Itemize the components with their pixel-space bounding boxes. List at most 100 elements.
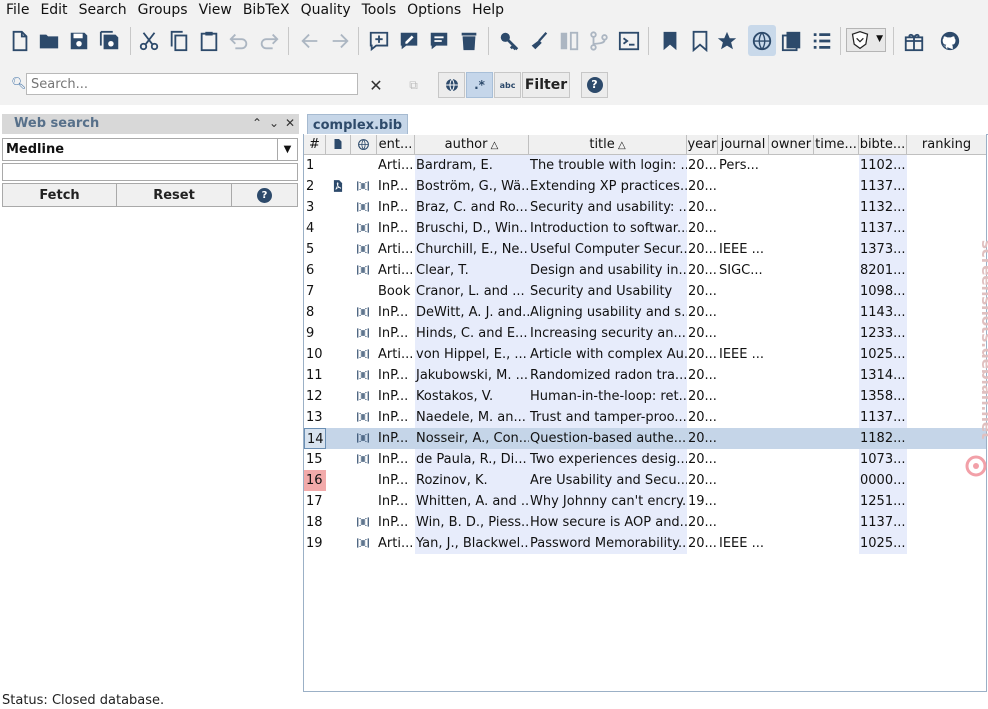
col-author-header[interactable]: author △: [415, 135, 529, 154]
gift-icon[interactable]: [900, 25, 928, 56]
case-sensitive-toggle-icon[interactable]: abc: [494, 72, 521, 98]
doi-barcode-icon[interactable]: [356, 326, 370, 340]
table-row[interactable]: 9 InP... Hinds, C. and E... Increasing secu…: [304, 323, 986, 344]
branch-icon[interactable]: [585, 25, 613, 56]
new-library-icon[interactable]: [6, 25, 34, 56]
search-input[interactable]: [26, 73, 358, 95]
menu-edit[interactable]: Edit: [34, 0, 72, 20]
back-arrow-icon[interactable]: [296, 25, 324, 56]
table-row[interactable]: 8 InP... DeWitt, A. J. and... Aligning usab…: [304, 302, 986, 323]
open-folder-icon[interactable]: [35, 25, 63, 56]
doi-barcode-icon[interactable]: [356, 515, 370, 529]
menu-bibtex[interactable]: BibTeX: [237, 0, 295, 20]
col-entrytype-header[interactable]: ent...: [377, 135, 415, 154]
new-entry-icon[interactable]: [365, 25, 393, 56]
doi-barcode-icon[interactable]: [356, 263, 370, 277]
doi-barcode-icon[interactable]: [356, 221, 370, 235]
fetch-button[interactable]: Fetch: [2, 183, 117, 207]
copy-icon[interactable]: [165, 25, 193, 56]
web-search-toggle-icon[interactable]: [748, 25, 776, 56]
table-row[interactable]: 1 Arti... Bardram, E. The trouble with logi…: [304, 155, 986, 176]
menu-quality[interactable]: Quality: [295, 0, 356, 20]
doi-barcode-icon[interactable]: [356, 431, 370, 445]
doi-barcode-icon[interactable]: [356, 410, 370, 424]
chevron-down-icon[interactable]: ⌄: [267, 116, 281, 130]
fetcher-select[interactable]: Medline ▼: [2, 138, 298, 161]
filter-button[interactable]: Filter: [522, 72, 570, 98]
menu-file[interactable]: File: [0, 0, 34, 20]
clear-search-icon[interactable]: ✕: [364, 72, 388, 98]
table-row[interactable]: 5 Arti... Churchill, E., Ne... Useful Compu…: [304, 239, 986, 260]
menu-view[interactable]: View: [193, 0, 237, 20]
save-icon[interactable]: [65, 25, 93, 56]
table-row[interactable]: 7 Book Cranor, L. and ... Security and Usab…: [304, 281, 986, 302]
table-row[interactable]: 16 InP... Rozinov, K. Are Usability and Sec…: [304, 470, 986, 491]
menu-tools[interactable]: Tools: [356, 0, 402, 20]
comment-entry-icon[interactable]: [425, 25, 453, 56]
star-icon[interactable]: [713, 25, 741, 56]
table-row[interactable]: 13 InP... Naedele, M. an... Trust and tampe…: [304, 407, 986, 428]
table-row[interactable]: 11 InP... Jakubowski, M. ... Randomized rad…: [304, 365, 986, 386]
menu-search[interactable]: Search: [73, 0, 132, 20]
cleanup-broom-icon[interactable]: [525, 25, 553, 56]
tab-complex-bib[interactable]: complex.bib: [307, 114, 408, 135]
table-row[interactable]: 19 Arti... Yan, J., Blackwel... Password Me…: [304, 533, 986, 554]
table-row[interactable]: 6 Arti... Clear, T. Design and usability in…: [304, 260, 986, 281]
table-row[interactable]: 14 InP... Nosseir, A., Con... Question-base…: [304, 428, 986, 449]
menu-help[interactable]: Help: [466, 0, 509, 20]
reset-button[interactable]: Reset: [116, 183, 232, 207]
table-row[interactable]: 12 InP... Kostakos, V. Human-in-the-loop: r…: [304, 386, 986, 407]
doi-barcode-icon[interactable]: [356, 536, 370, 550]
table-row[interactable]: 10 Arti... von Hippel, E., ... Article with…: [304, 344, 986, 365]
col-owner-header[interactable]: owner: [769, 135, 814, 154]
merge-entries-icon[interactable]: [555, 25, 583, 56]
push-to-application-dropdown[interactable]: ▼: [846, 28, 886, 52]
col-bibtexkey-header[interactable]: bibte...: [859, 135, 907, 154]
col-journal-header[interactable]: journal: [718, 135, 769, 154]
github-icon[interactable]: [936, 25, 964, 56]
edit-entry-icon[interactable]: [395, 25, 423, 56]
doi-barcode-icon[interactable]: [356, 179, 370, 193]
key-icon[interactable]: [495, 25, 523, 56]
paste-icon[interactable]: [195, 25, 223, 56]
table-row[interactable]: 17 InP... Whitten, A. and ... Why Johnny ca…: [304, 491, 986, 512]
pdf-file-icon[interactable]: [331, 179, 345, 193]
menu-options[interactable]: Options: [401, 0, 466, 20]
table-row[interactable]: 15 InP... de Paula, R., Di... Two experienc…: [304, 449, 986, 470]
table-row[interactable]: 2 InP... Boström, G., Wä... Extending XP pr…: [304, 176, 986, 197]
search-help-button[interactable]: ?: [581, 72, 608, 98]
web-search-help-button[interactable]: ?: [231, 183, 298, 207]
undo-icon[interactable]: [225, 25, 253, 56]
open-search-window-icon[interactable]: ⧉: [400, 72, 427, 98]
col-title-header[interactable]: title △: [529, 135, 687, 154]
entry-editor-icon[interactable]: [778, 25, 806, 56]
doi-barcode-icon[interactable]: [356, 452, 370, 466]
table-row[interactable]: 4 InP... Bruschi, D., Win... Introduction t…: [304, 218, 986, 239]
web-search-query-input[interactable]: [2, 163, 298, 181]
doi-barcode-icon[interactable]: [356, 305, 370, 319]
col-link-header[interactable]: [351, 135, 377, 154]
bookmark-outline-icon[interactable]: [686, 25, 714, 56]
regex-toggle-icon[interactable]: .*: [466, 72, 493, 98]
delete-entry-icon[interactable]: [455, 25, 483, 56]
doi-barcode-icon[interactable]: [356, 200, 370, 214]
chevron-up-icon[interactable]: ⌃: [250, 116, 264, 130]
global-search-icon[interactable]: [438, 72, 465, 98]
save-all-icon[interactable]: [96, 25, 124, 56]
menu-groups[interactable]: Groups: [132, 0, 193, 20]
doi-barcode-icon[interactable]: [356, 389, 370, 403]
forward-arrow-icon[interactable]: [326, 25, 354, 56]
col-year-header[interactable]: year: [687, 135, 718, 154]
table-row[interactable]: 18 InP... Win, B. D., Piess... How secure i…: [304, 512, 986, 533]
col-ranking-header[interactable]: ranking: [907, 135, 986, 154]
terminal-icon[interactable]: [615, 25, 643, 56]
col-pdf-header[interactable]: [326, 135, 351, 154]
redo-icon[interactable]: [255, 25, 283, 56]
doi-barcode-icon[interactable]: [356, 368, 370, 382]
bookmark-filled-icon[interactable]: [656, 25, 684, 56]
cut-icon[interactable]: [135, 25, 163, 56]
close-icon[interactable]: ✕: [283, 116, 297, 130]
list-view-icon[interactable]: [808, 25, 836, 56]
doi-barcode-icon[interactable]: [356, 242, 370, 256]
col-timestamp-header[interactable]: time...: [814, 135, 859, 154]
